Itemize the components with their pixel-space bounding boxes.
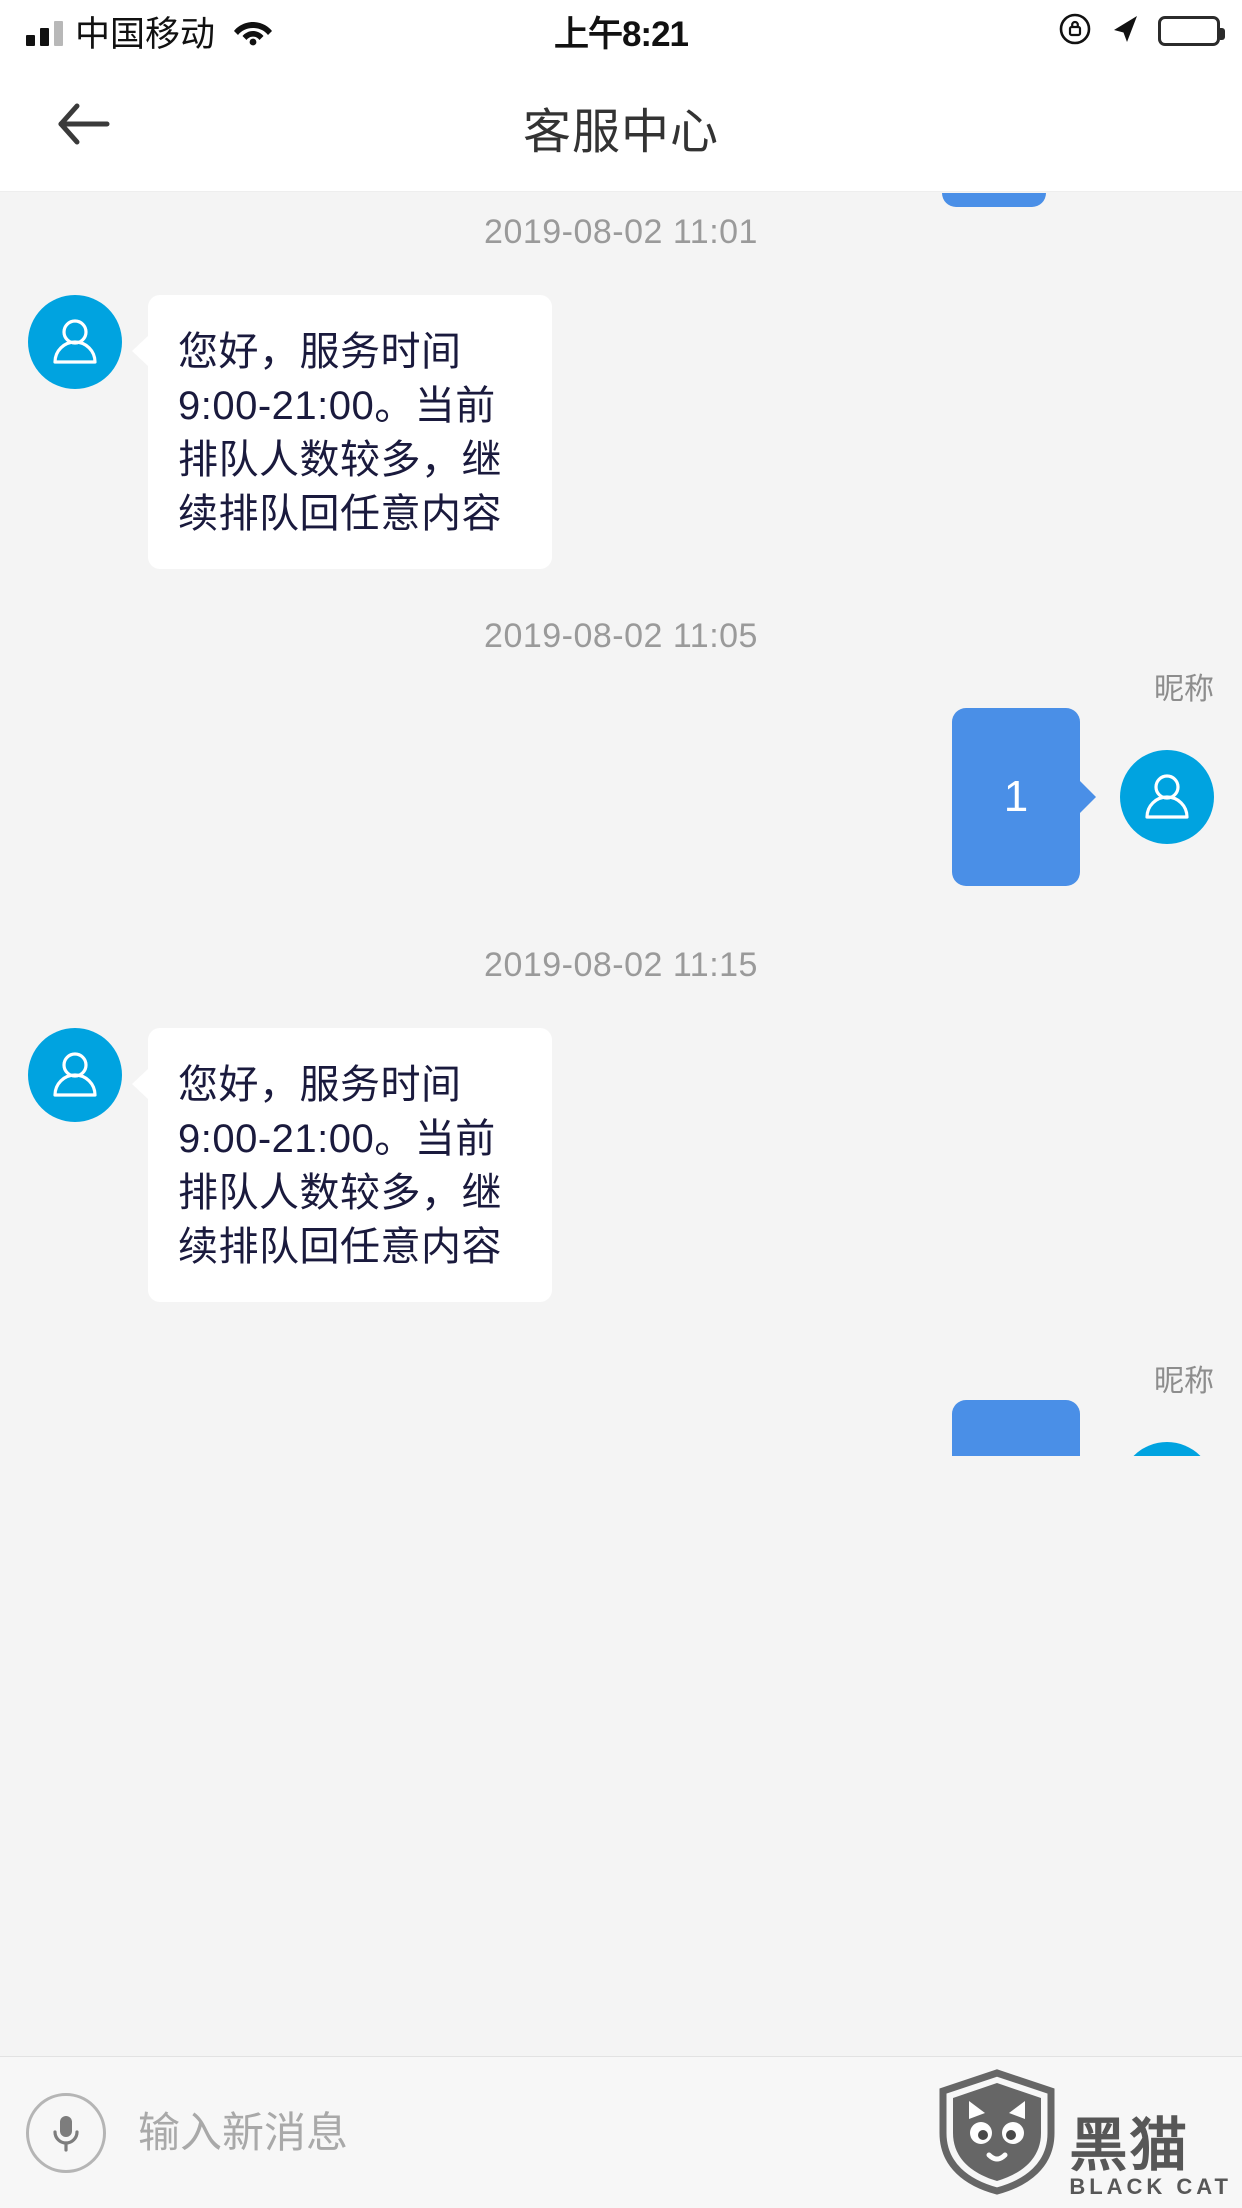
bubble-wrapper: 您好，服务时间9:00-21:00。当前排队人数较多，继续排队回任意内容 bbox=[122, 1028, 552, 1302]
status-bar-time: 上午8:21 bbox=[553, 14, 689, 54]
user-message-bubble[interactable]: 1 bbox=[952, 1400, 1080, 1456]
status-bar: 中国移动 上午8:21 bbox=[0, 0, 1242, 62]
back-arrow-icon bbox=[47, 88, 119, 165]
phone-screen: 中国移动 上午8:21 客服中心 2019-08-02 11:01 您好，服务时… bbox=[0, 0, 1242, 2208]
user-avatar-icon[interactable] bbox=[1120, 750, 1214, 844]
rotation-lock-icon bbox=[1058, 12, 1092, 51]
message-timestamp: 2019-08-02 11:01 bbox=[484, 213, 758, 251]
message-row-agent: 您好，服务时间9:00-21:00。当前排队人数较多，继续排队回任意内容 bbox=[0, 1028, 1242, 1302]
message-row-user: 昵称 1 bbox=[0, 1365, 1242, 1456]
back-button[interactable] bbox=[40, 84, 126, 170]
user-message-group: 昵称 1 bbox=[952, 673, 1214, 886]
microphone-icon[interactable] bbox=[26, 2092, 106, 2173]
app-header: 客服中心 bbox=[0, 62, 1242, 192]
partial-user-bubble bbox=[942, 193, 1046, 207]
location-arrow-icon bbox=[1109, 12, 1141, 51]
message-timestamp: 2019-08-02 11:15 bbox=[484, 946, 758, 984]
battery-full-icon bbox=[1158, 16, 1225, 46]
chat-message-list[interactable]: 2019-08-02 11:01 您好，服务时间9:00-21:00。当前排队人… bbox=[0, 193, 1242, 1456]
bubble-wrapper: 您好，服务时间9:00-21:00。当前排队人数较多，继续排队回任意内容 bbox=[122, 295, 552, 569]
user-avatar-icon[interactable] bbox=[1120, 1442, 1214, 1456]
message-input-bar bbox=[0, 2056, 1242, 2208]
page-title: 客服中心 bbox=[522, 105, 719, 159]
message-timestamp: 2019-08-02 11:05 bbox=[484, 617, 758, 655]
message-row-user: 昵称 1 bbox=[0, 673, 1242, 886]
user-nickname-label: 昵称 bbox=[1154, 1365, 1214, 1398]
user-message-group: 昵称 1 bbox=[952, 1365, 1214, 1456]
message-row-agent: 您好，服务时间9:00-21:00。当前排队人数较多，继续排队回任意内容 bbox=[0, 295, 1242, 569]
user-avatar-icon[interactable] bbox=[28, 295, 122, 389]
user-message-bubble[interactable]: 1 bbox=[952, 708, 1096, 886]
status-bar-right bbox=[1058, 0, 1225, 62]
agent-message-bubble[interactable]: 您好，服务时间9:00-21:00。当前排队人数较多，继续排队回任意内容 bbox=[132, 295, 552, 569]
agent-message-bubble[interactable]: 您好，服务时间9:00-21:00。当前排队人数较多，继续排队回任意内容 bbox=[132, 1028, 552, 1302]
user-nickname-label: 昵称 bbox=[1154, 673, 1214, 706]
user-avatar-icon[interactable] bbox=[28, 1028, 122, 1122]
message-input[interactable] bbox=[138, 2108, 1242, 2157]
